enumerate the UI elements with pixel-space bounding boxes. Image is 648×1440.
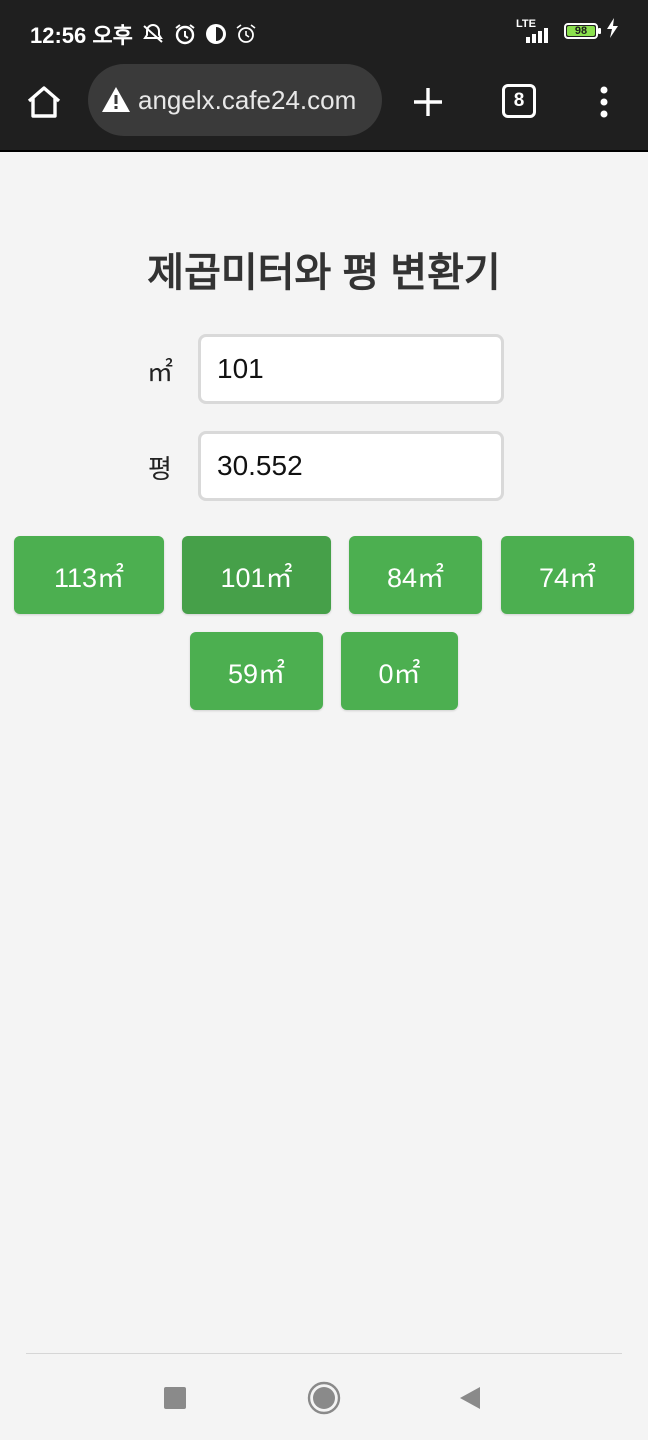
preset-113-button[interactable]: 113㎡ xyxy=(14,536,164,614)
sqm-input[interactable] xyxy=(198,334,504,404)
battery-icon: 98 xyxy=(564,22,601,39)
status-right: LTE 98 xyxy=(516,18,620,43)
sqm-label: ㎡ xyxy=(146,357,173,387)
nav-divider xyxy=(26,1353,622,1354)
pyeong-input[interactable] xyxy=(198,431,504,501)
more-menu-icon[interactable] xyxy=(592,82,616,122)
new-tab-plus-icon[interactable] xyxy=(408,82,448,122)
pyeong-label: 평 xyxy=(148,454,172,484)
status-time: 12:56 오후 xyxy=(30,23,133,48)
recent-apps-icon[interactable] xyxy=(157,1380,193,1416)
battery-level: 98 xyxy=(567,25,595,36)
sqm-row: ㎡ xyxy=(0,334,648,404)
status-left: 12:56 오후 xyxy=(30,18,257,50)
home-circle-icon[interactable] xyxy=(306,1380,342,1416)
mute-icon xyxy=(141,23,165,45)
alarm-clock-icon xyxy=(173,22,197,46)
preset-101-button[interactable]: 101㎡ xyxy=(182,536,331,614)
warning-icon[interactable] xyxy=(100,84,132,116)
alarm-icon xyxy=(235,23,257,45)
address-bar[interactable]: angelx.cafe24.com xyxy=(88,64,382,136)
signal-icon: LTE xyxy=(516,18,556,43)
page-title: 제곱미터와 평 변환기 xyxy=(147,251,501,295)
tabs-icon[interactable]: 8 xyxy=(502,84,536,118)
app-notification-icon xyxy=(205,23,227,45)
browser-toolbar: angelx.cafe24.com 8 xyxy=(0,62,648,152)
pyeong-row: 평 xyxy=(0,431,648,501)
preset-84-button[interactable]: 84㎡ xyxy=(349,536,482,614)
status-bar: 12:56 오후 LTE 98 xyxy=(0,0,648,62)
preset-0-button[interactable]: 0㎡ xyxy=(341,632,458,710)
preset-74-button[interactable]: 74㎡ xyxy=(501,536,634,614)
home-icon[interactable] xyxy=(24,82,64,122)
back-icon[interactable] xyxy=(452,1380,488,1416)
preset-59-button[interactable]: 59㎡ xyxy=(190,632,323,710)
url-text[interactable]: angelx.cafe24.com xyxy=(138,85,356,116)
charging-bolt-icon xyxy=(606,18,620,43)
